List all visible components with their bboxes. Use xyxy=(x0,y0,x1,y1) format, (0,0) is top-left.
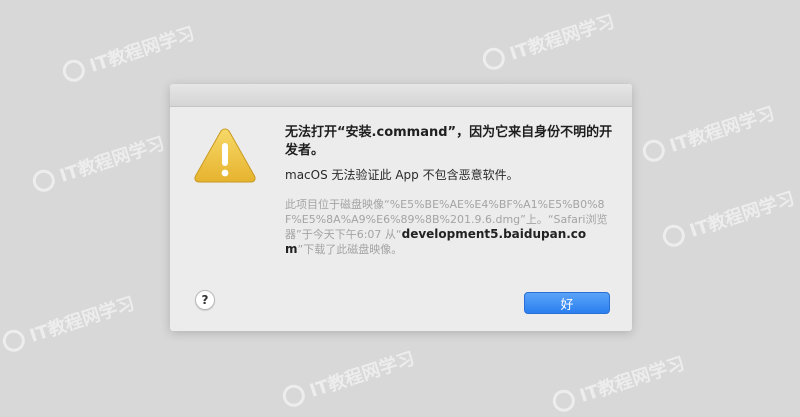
watermark-text: IT教程网学习 xyxy=(27,293,138,347)
watermark: IT教程网学习 xyxy=(639,99,777,166)
watermark-logo-icon xyxy=(659,221,688,250)
watermark-logo-icon xyxy=(639,136,668,165)
watermark-logo-icon xyxy=(479,44,508,73)
watermark: IT教程网学习 xyxy=(0,289,138,356)
watermark: IT教程网学习 xyxy=(659,184,797,251)
dialog-title: 无法打开“安装.command”，因为它来自身份不明的开发者。 xyxy=(285,125,613,158)
watermark: IT教程网学习 xyxy=(479,7,617,74)
warning-icon xyxy=(194,128,256,183)
dialog-info: 此项目位于磁盘映像“%E5%BE%AE%E4%BF%A1%E5%B0%8F%E5… xyxy=(285,197,615,257)
watermark-text: IT教程网学习 xyxy=(667,103,778,157)
dialog-message: macOS 无法验证此 App 不包含恶意软件。 xyxy=(285,168,519,182)
watermark: IT教程网学习 xyxy=(549,349,687,416)
watermark-text: IT教程网学习 xyxy=(87,23,198,77)
ok-button[interactable]: 好 xyxy=(524,292,610,314)
dialog-content: 无法打开“安装.command”，因为它来自身份不明的开发者。 macOS 无法… xyxy=(285,124,615,257)
watermark-text: IT教程网学习 xyxy=(687,188,798,242)
watermark-text: IT教程网学习 xyxy=(57,133,168,187)
watermark-text: IT教程网学习 xyxy=(507,11,618,65)
watermark-logo-icon xyxy=(279,381,308,410)
watermark: IT教程网学习 xyxy=(59,19,197,86)
watermark-logo-icon xyxy=(0,326,28,355)
watermark-text: IT教程网学习 xyxy=(577,353,688,407)
dialog-titlebar xyxy=(170,84,632,107)
watermark: IT教程网学习 xyxy=(279,344,417,411)
help-button[interactable]: ? xyxy=(195,290,215,310)
watermark-logo-icon xyxy=(29,166,58,195)
alert-dialog: 无法打开“安装.command”，因为它来自身份不明的开发者。 macOS 无法… xyxy=(170,84,632,331)
watermark-logo-icon xyxy=(549,386,578,415)
watermark-logo-icon xyxy=(59,56,88,85)
info-suffix: ”下载了此磁盘映像。 xyxy=(297,243,403,256)
watermark-text: IT教程网学习 xyxy=(307,348,418,402)
watermark: IT教程网学习 xyxy=(29,129,167,196)
